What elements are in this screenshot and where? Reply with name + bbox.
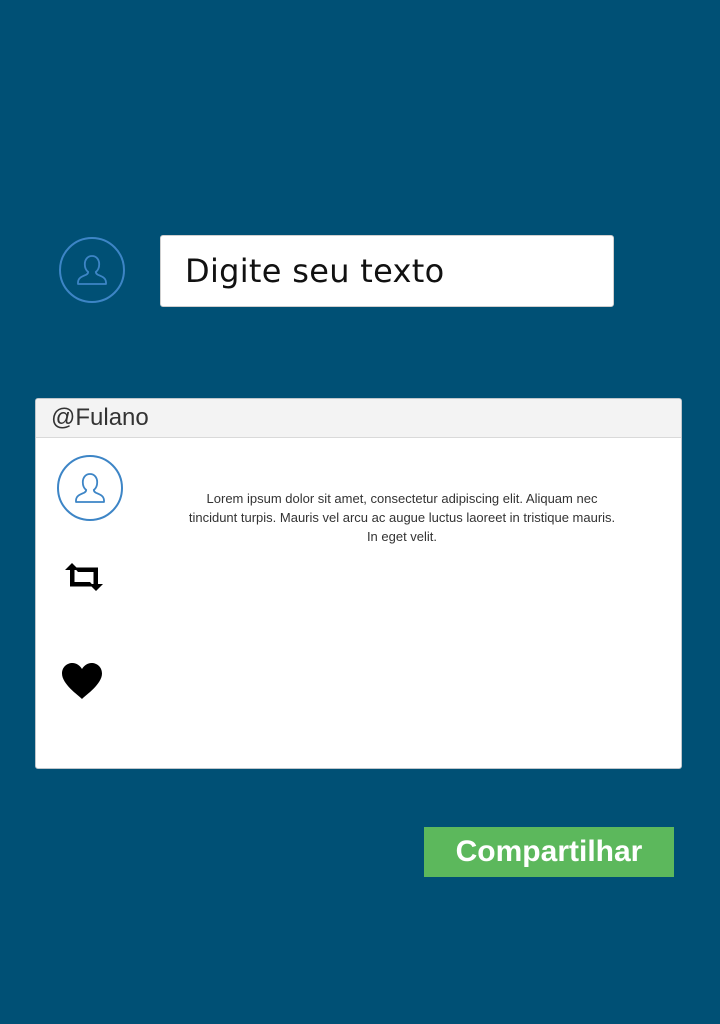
post-card: @Fulano Lorem ipsum dolor sit amet, cons… [35, 398, 682, 769]
user-icon [75, 473, 105, 503]
composer-avatar [59, 237, 125, 303]
post-text: Lorem ipsum dolor sit amet, consectetur … [188, 491, 616, 544]
composer-input-value: Digite seu texto [185, 252, 445, 290]
post-username: @Fulano [51, 404, 149, 431]
share-button[interactable]: Compartilhar [424, 827, 674, 877]
heart-icon[interactable] [60, 661, 104, 706]
retweet-icon[interactable] [62, 561, 106, 598]
user-icon [77, 255, 107, 285]
composer-text-input[interactable]: Digite seu texto [160, 235, 614, 307]
post-header: @Fulano [36, 399, 681, 438]
post-avatar [57, 455, 123, 521]
